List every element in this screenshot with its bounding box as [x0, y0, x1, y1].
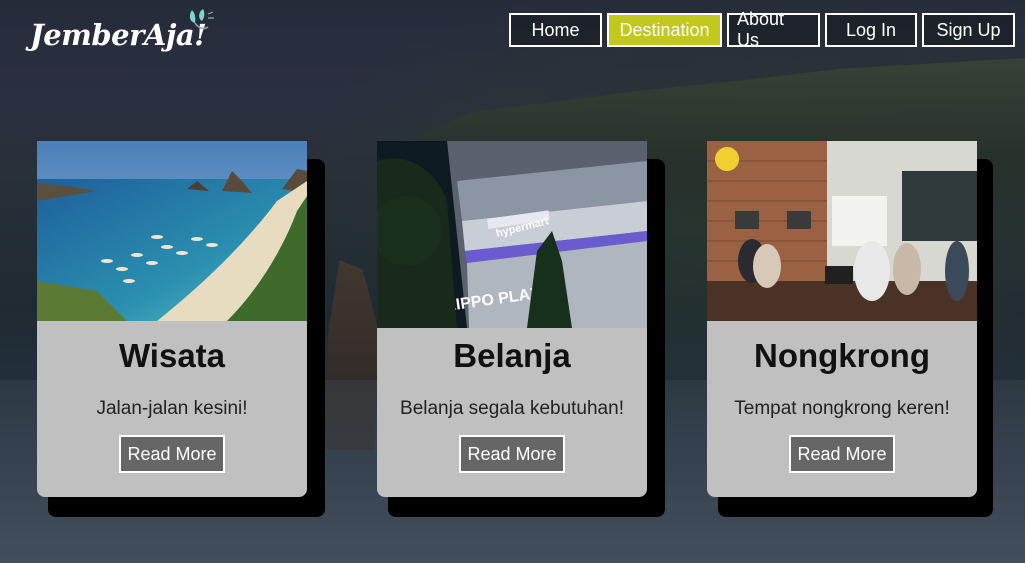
card-title: Belanja: [453, 337, 571, 374]
nav-signup-button[interactable]: Sign Up: [922, 13, 1015, 47]
card-description: Jalan-jalan kesini!: [96, 398, 248, 419]
read-more-button[interactable]: Read More: [789, 435, 895, 473]
read-more-button[interactable]: Read More: [119, 435, 225, 473]
card-wisata: Wisata Jalan-jalan kesini! Read More: [37, 141, 307, 497]
leaf-icon: [189, 9, 214, 30]
card-belanja: hypermart LIPPO PLAZA Belanja Belanja se…: [377, 141, 647, 497]
nav-login-button[interactable]: Log In: [825, 13, 917, 47]
mall-image: hypermart LIPPO PLAZA: [377, 141, 647, 328]
nav-destination-button[interactable]: Destination: [607, 13, 722, 47]
nav-home-button[interactable]: Home: [509, 13, 602, 47]
beach-image: [37, 141, 307, 321]
nav-about-us-button[interactable]: About Us: [727, 9, 820, 50]
cafe-image: [707, 141, 977, 321]
card-title: Wisata: [118, 337, 226, 374]
site-logo[interactable]: JemberAja!: [30, 18, 207, 52]
card-title: Nongkrong: [754, 337, 930, 374]
read-more-button[interactable]: Read More: [459, 435, 565, 473]
main-nav: Home Destination About Us Log In Sign Up: [509, 9, 1015, 50]
card-nongkrong: Nongkrong Tempat nongkrong keren! Read M…: [707, 141, 977, 497]
card-description: Tempat nongkrong keren!: [734, 398, 950, 419]
card-description: Belanja segala kebutuhan!: [400, 398, 624, 419]
